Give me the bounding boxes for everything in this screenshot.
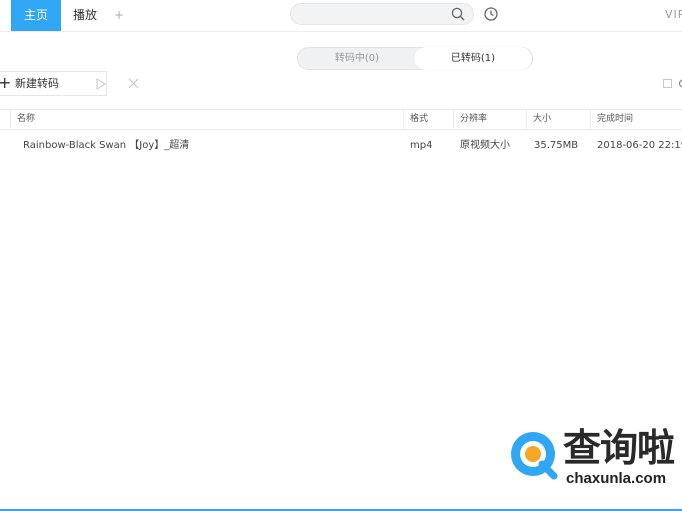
- new-conversion-button[interactable]: + 新建转码: [0, 71, 107, 96]
- delete-icon[interactable]: [128, 78, 139, 89]
- file-size: 35.75MB: [534, 140, 579, 151]
- watermark-site: chaxunla.com: [566, 470, 667, 487]
- vip-label[interactable]: VIP: [665, 0, 682, 31]
- finish-time: 2018-06-20 22:19: [597, 140, 682, 151]
- column-resolution[interactable]: 分辨率: [453, 110, 526, 129]
- conversion-status-toggle: 转码中(0) 已转码(1): [297, 47, 533, 70]
- new-conversion-label: 新建转码: [15, 77, 59, 90]
- select-all-checkbox[interactable]: [663, 79, 672, 88]
- file-format: mp4: [410, 140, 433, 151]
- top-bar: 主页 播放 + VIP: [0, 0, 682, 32]
- column-name[interactable]: 名称: [10, 110, 404, 129]
- watermark-logo-icon: [511, 432, 558, 480]
- column-size[interactable]: 大小: [526, 110, 590, 129]
- tab-converted[interactable]: 已转码(1): [414, 47, 532, 70]
- column-format[interactable]: 格式: [403, 110, 453, 129]
- settings-icon[interactable]: [678, 78, 682, 89]
- tab-home[interactable]: 主页: [11, 0, 61, 31]
- column-finish-time[interactable]: 完成时间: [590, 110, 682, 129]
- plus-icon: +: [0, 73, 12, 92]
- tab-play[interactable]: 播放: [73, 0, 97, 31]
- add-tab-button[interactable]: +: [114, 0, 124, 31]
- table-row[interactable]: Rainbow-Black Swan 【Joy】_超清 mp4 原视频大小 35…: [0, 136, 682, 156]
- watermark-title: 查询啦: [563, 425, 675, 470]
- search-icon[interactable]: [451, 7, 465, 21]
- search-input[interactable]: [301, 6, 445, 24]
- file-name: Rainbow-Black Swan 【Joy】_超清: [23, 140, 190, 151]
- table-header: 名称 格式 分辨率 大小 完成时间: [0, 109, 682, 130]
- file-resolution: 原视频大小: [460, 140, 510, 151]
- history-clock-icon[interactable]: [483, 6, 499, 22]
- play-icon[interactable]: [96, 78, 106, 90]
- search-box[interactable]: [290, 3, 474, 25]
- tab-converting[interactable]: 转码中(0): [298, 48, 416, 69]
